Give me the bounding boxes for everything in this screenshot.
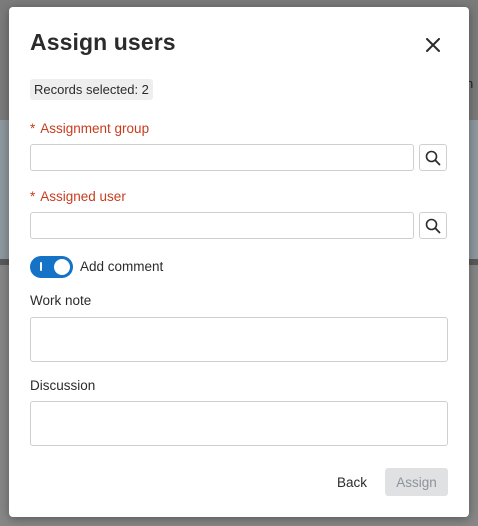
back-button[interactable]: Back: [327, 468, 377, 496]
assignment-group-search-button[interactable]: [419, 144, 447, 171]
work-note-label: Work note: [30, 293, 92, 308]
assigned-user-label: * Assigned user: [30, 189, 126, 204]
search-icon: [425, 150, 441, 165]
assignment-group-label: * Assignment group: [30, 121, 149, 136]
required-marker: *: [30, 121, 36, 136]
assign-users-dialog: Assign users Records selected: 2 * Assign…: [9, 7, 469, 517]
dialog-title: Assign users: [30, 29, 176, 55]
add-comment-toggle[interactable]: [30, 256, 73, 278]
close-button[interactable]: [421, 33, 445, 57]
assigned-user-search-button[interactable]: [419, 212, 447, 239]
records-selected-badge: Records selected: 2: [30, 79, 153, 100]
toggle-on-indicator: [40, 262, 42, 271]
add-comment-label: Add comment: [80, 259, 164, 274]
discussion-label: Discussion: [30, 378, 96, 393]
search-icon: [425, 218, 441, 233]
work-note-textarea[interactable]: [30, 317, 448, 362]
toggle-knob: [54, 259, 70, 275]
required-marker: *: [30, 189, 36, 204]
discussion-textarea[interactable]: [30, 401, 448, 446]
assign-button[interactable]: Assign: [385, 468, 448, 496]
assignment-group-input[interactable]: [30, 144, 414, 171]
assignment-group-label-text: Assignment group: [40, 121, 150, 136]
assigned-user-input[interactable]: [30, 212, 414, 239]
assigned-user-label-text: Assigned user: [40, 189, 126, 204]
close-icon: [426, 38, 440, 52]
